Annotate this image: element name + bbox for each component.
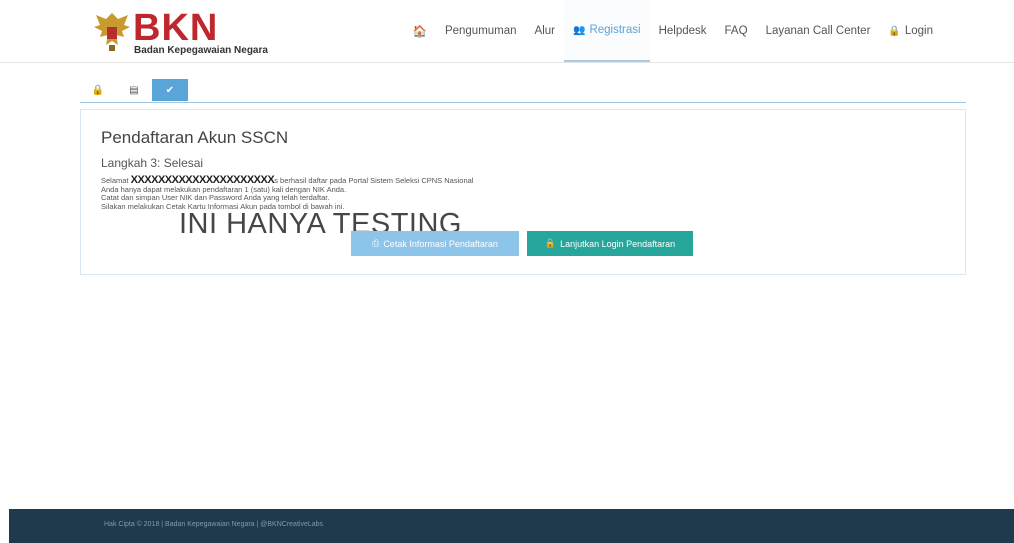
bkn-logo[interactable]: BKN Badan Kepegawaian Negara bbox=[92, 7, 292, 56]
nav-pengumuman[interactable]: Pengumuman bbox=[436, 0, 526, 62]
nav-label: Registrasi bbox=[589, 24, 641, 36]
footer: Hak Cipta © 2018 | Badan Kepegawaian Neg… bbox=[9, 509, 1014, 543]
lock-icon: 🔒 bbox=[91, 84, 105, 96]
users-icon: 👥 bbox=[573, 24, 586, 36]
nav-login[interactable]: 🔒 Login bbox=[879, 0, 942, 62]
logo-subtitle: Badan Kepegawaian Negara bbox=[134, 45, 268, 56]
page-title: Pendaftaran Akun SSCN bbox=[101, 128, 289, 147]
nav-helpdesk[interactable]: Helpdesk bbox=[650, 0, 716, 62]
step-label: Langkah 3: Selesai bbox=[101, 156, 204, 170]
nav-faq[interactable]: FAQ bbox=[716, 0, 757, 62]
nav-label: Pengumuman bbox=[444, 25, 517, 37]
home-icon: 🏠 bbox=[412, 26, 427, 38]
success-text: s berhasil daftar pada Portal Sistem Sel… bbox=[274, 176, 474, 185]
print-icon: ⎙ bbox=[372, 238, 380, 248]
registration-complete-panel: Pendaftaran Akun SSCN Langkah 3: Selesai… bbox=[80, 109, 966, 275]
nav-label: FAQ bbox=[724, 25, 748, 37]
lock-icon: 🔒 bbox=[544, 238, 557, 248]
tab-identity[interactable]: ▤ bbox=[116, 79, 152, 101]
nav-call-center[interactable]: Layanan Call Center bbox=[757, 0, 880, 62]
nav-label: Login bbox=[904, 25, 933, 37]
continue-login-button[interactable]: 🔒 Lanjutkan Login Pendaftaran bbox=[527, 231, 693, 256]
info-text: Selamat XXXXXXXXXXXXXXXXXXXXXs berhasil … bbox=[101, 175, 474, 211]
login-button-label: Lanjutkan Login Pendaftaran bbox=[560, 238, 676, 249]
nav-registrasi[interactable]: 👥 Registrasi bbox=[564, 0, 650, 62]
lock-icon: 🔒 bbox=[888, 25, 901, 37]
top-header: BKN Badan Kepegawaian Negara 🏠 Pengumuma… bbox=[0, 0, 1014, 63]
print-info-button[interactable]: ⎙ Cetak Informasi Pendaftaran bbox=[351, 231, 519, 256]
wizard-tabs: 🔒 ▤ ✔ bbox=[80, 79, 966, 103]
nav-home[interactable]: 🏠 bbox=[404, 0, 436, 62]
logo-text: BKN bbox=[133, 7, 219, 49]
id-card-icon: ▤ bbox=[129, 84, 139, 96]
tab-account[interactable]: 🔒 bbox=[80, 79, 116, 101]
tab-finish[interactable]: ✔ bbox=[152, 79, 188, 101]
main-nav: 🏠 Pengumuman Alur 👥 Registrasi Helpdesk … bbox=[404, 0, 942, 62]
nav-alur[interactable]: Alur bbox=[526, 0, 564, 62]
nav-label: Helpdesk bbox=[658, 25, 707, 37]
print-button-label: Cetak Informasi Pendaftaran bbox=[383, 238, 498, 249]
copyright-text: Hak Cipta © 2018 | Badan Kepegawaian Neg… bbox=[104, 521, 324, 528]
check-icon: ✔ bbox=[165, 84, 175, 96]
nav-label: Alur bbox=[534, 25, 555, 37]
garuda-emblem-icon bbox=[94, 13, 130, 51]
nav-label: Layanan Call Center bbox=[765, 25, 871, 37]
greeting: Selamat bbox=[101, 176, 129, 185]
